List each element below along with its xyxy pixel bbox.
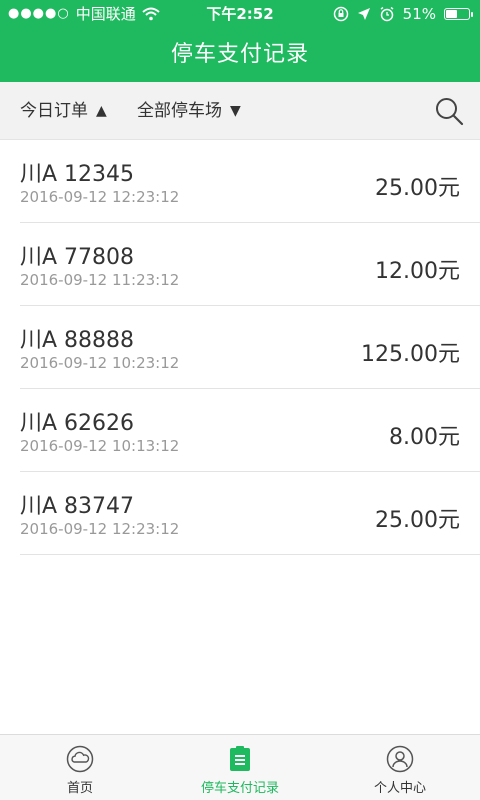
filter-bar: 今日订单 ▲ 全部停车场 ▼ bbox=[0, 82, 480, 140]
signal-strength-icon: ●●●●○ bbox=[8, 6, 70, 21]
license-plate: 川A 62626 bbox=[20, 411, 135, 436]
payment-record-row[interactable]: 川A 12345 2016-09-12 12:23:12 25.00元 bbox=[20, 140, 480, 223]
license-plate: 川A 83747 bbox=[20, 494, 135, 519]
battery-percent: 51% bbox=[402, 5, 436, 23]
payment-time: 2016-09-12 12:23:12 bbox=[20, 188, 180, 206]
date-filter-dropdown[interactable]: 今日订单 ▲ bbox=[20, 82, 107, 140]
tab-home-label: 首页 bbox=[66, 781, 93, 796]
payment-record-row[interactable]: 川A 88888 2016-09-12 10:23:12 125.00元 bbox=[20, 306, 480, 389]
license-plate: 川A 88888 bbox=[20, 328, 135, 353]
search-icon[interactable] bbox=[434, 96, 464, 126]
license-plate: 川A 12345 bbox=[20, 162, 135, 187]
payment-time: 2016-09-12 11:23:12 bbox=[20, 271, 180, 289]
tab-profile[interactable]: 个人中心 bbox=[320, 735, 480, 800]
payment-record-list: 川A 12345 2016-09-12 12:23:12 25.00元 川A 7780… bbox=[0, 140, 480, 555]
payment-amount: 25.00元 bbox=[375, 176, 460, 201]
payment-amount: 25.00元 bbox=[375, 508, 460, 533]
payment-record-row[interactable]: 川A 62626 2016-09-12 10:13:12 8.00元 bbox=[20, 389, 480, 472]
clipboard-list-icon bbox=[230, 746, 250, 771]
alarm-clock-icon bbox=[380, 6, 394, 22]
parking-lot-filter-label: 全部停车场 bbox=[137, 101, 222, 121]
payment-time: 2016-09-12 10:13:12 bbox=[20, 437, 180, 455]
bottom-tab-bar: 首页 停车支付记录 个人中心 bbox=[0, 734, 480, 800]
parking-lot-filter-dropdown[interactable]: 全部停车场 ▼ bbox=[137, 82, 241, 140]
battery-fill bbox=[446, 10, 457, 18]
app-screen: ●●●●○ 中国联通 下午2:52 51% 停车支付记录 今日订单 ▲ 全部停车… bbox=[0, 0, 480, 800]
payment-record-row[interactable]: 川A 83747 2016-09-12 12:23:12 25.00元 bbox=[20, 472, 480, 555]
date-filter-label: 今日订单 bbox=[20, 101, 88, 121]
status-right: 51% bbox=[333, 0, 473, 28]
tab-home[interactable]: 首页 bbox=[0, 735, 160, 800]
battery-icon bbox=[444, 8, 473, 20]
user-profile-icon bbox=[386, 745, 414, 773]
payment-amount: 125.00元 bbox=[361, 342, 460, 367]
status-left: ●●●●○ 中国联通 bbox=[8, 0, 160, 28]
top-bar: ●●●●○ 中国联通 下午2:52 51% 停车支付记录 bbox=[0, 0, 480, 82]
tab-profile-label: 个人中心 bbox=[373, 781, 426, 796]
orientation-lock-icon bbox=[333, 6, 348, 22]
location-arrow-icon bbox=[357, 8, 370, 20]
payment-amount: 12.00元 bbox=[375, 259, 460, 284]
payment-amount: 8.00元 bbox=[389, 425, 460, 450]
payment-time: 2016-09-12 12:23:12 bbox=[20, 520, 180, 538]
payment-record-row[interactable]: 川A 77808 2016-09-12 11:23:12 12.00元 bbox=[20, 223, 480, 306]
cloud-home-icon bbox=[66, 745, 94, 773]
license-plate: 川A 77808 bbox=[20, 245, 135, 270]
caret-down-icon: ▼ bbox=[230, 103, 241, 119]
wifi-icon bbox=[142, 7, 160, 21]
payment-time: 2016-09-12 10:23:12 bbox=[20, 354, 180, 372]
page-title: 停车支付记录 bbox=[170, 42, 309, 67]
status-bar: ●●●●○ 中国联通 下午2:52 51% bbox=[0, 0, 480, 28]
tab-payment-records[interactable]: 停车支付记录 bbox=[160, 735, 320, 800]
tab-payment-records-label: 停车支付记录 bbox=[200, 781, 279, 796]
carrier-name: 中国联通 bbox=[75, 5, 136, 23]
caret-up-icon: ▲ bbox=[96, 103, 107, 119]
